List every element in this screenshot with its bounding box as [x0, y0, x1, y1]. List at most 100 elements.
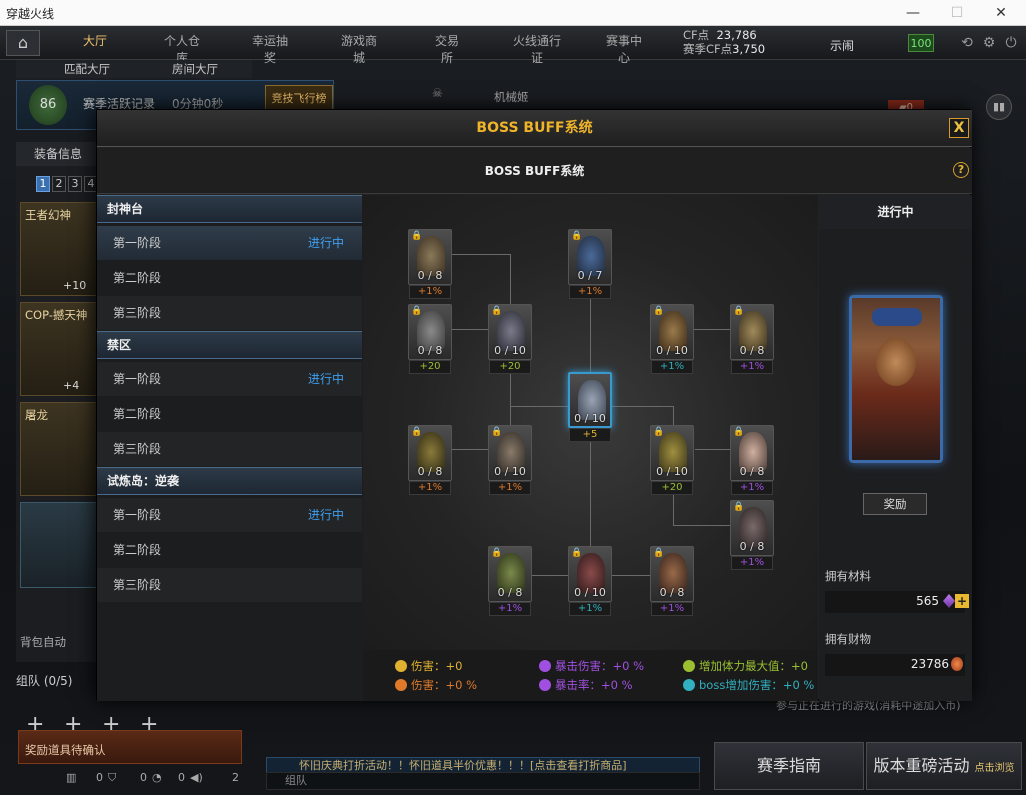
reward-button[interactable]: 奖励: [863, 493, 927, 515]
legend-label: 伤害：+0: [411, 659, 463, 673]
stage-label: 第一阶段: [113, 236, 162, 250]
boss-damage-icon: [683, 679, 695, 691]
buff-node[interactable]: 🔒 0 / 8 +20: [408, 304, 452, 376]
help-icon[interactable]: ?: [953, 162, 969, 178]
node-bonus: +20: [409, 360, 451, 374]
node-bonus: +1%: [569, 602, 611, 616]
refresh-icon[interactable]: ⟲: [958, 34, 976, 52]
boss-card: [849, 295, 943, 463]
tab-shop[interactable]: 游戏商城: [337, 32, 381, 65]
version-event-button[interactable]: 版本重磅活动 点击浏览: [866, 742, 1022, 790]
node-bonus: +1%: [489, 602, 531, 616]
stage-item[interactable]: 第二阶段: [97, 533, 362, 567]
group-header[interactable]: 封神台: [97, 195, 362, 223]
equipment-header[interactable]: 装备信息: [16, 142, 100, 166]
group-header[interactable]: 禁区: [97, 331, 362, 359]
page-3[interactable]: 3: [68, 176, 82, 192]
stats-icon[interactable]: ▮▮: [986, 94, 1012, 120]
node-bonus: +1%: [409, 285, 451, 299]
group-header[interactable]: 试炼岛：逆袭: [97, 467, 362, 495]
stage-item[interactable]: 第三阶段: [97, 296, 362, 330]
buff-node[interactable]: 🔒 0 / 7 +1%: [568, 229, 612, 301]
stage-item[interactable]: 第一阶段 进行中: [97, 226, 362, 260]
character-slot[interactable]: [20, 502, 100, 588]
buff-node[interactable]: 🔒 0 / 10 +1%: [488, 425, 532, 497]
status-title: 进行中: [819, 195, 972, 229]
buff-node[interactable]: 🔒 0 / 10 +20: [650, 425, 694, 497]
power-icon[interactable]: ⏻: [1002, 34, 1020, 52]
stage-item[interactable]: 第二阶段: [97, 261, 362, 295]
cf-value: 23,786: [716, 28, 757, 42]
gear-icon[interactable]: ⚙: [980, 34, 998, 52]
tab-lottery[interactable]: 幸运抽奖: [248, 32, 292, 65]
buff-node[interactable]: 🔒 0 / 8 +1%: [730, 500, 774, 572]
modal-header: BOSS BUFF系统 X: [97, 110, 972, 147]
stage-item[interactable]: 第三阶段: [97, 568, 362, 602]
reward-confirm-bar[interactable]: 奖励道具待确认: [18, 730, 242, 764]
tab-lobby[interactable]: 大厅: [82, 32, 108, 54]
shield-icon: ⛉: [108, 771, 117, 784]
stage-label: 第三阶段: [113, 306, 162, 320]
node-progress: 0 / 8: [417, 465, 443, 478]
buff-node[interactable]: 🔒 0 / 8 +1%: [730, 304, 774, 376]
top-nav: ⌂ 大厅 个人仓库 幸运抽奖 游戏商城 交易所 火线通行证 赛事中心 CF点 2…: [0, 26, 1026, 65]
stage-label: 第一阶段: [113, 372, 162, 386]
map-name: 机械姬: [494, 90, 529, 104]
node-bonus: +1%: [651, 360, 693, 374]
stage-item[interactable]: 第一阶段 进行中: [97, 362, 362, 396]
tab-warehouse[interactable]: 个人仓库: [160, 32, 204, 65]
close-icon[interactable]: X: [949, 118, 969, 138]
stage-item[interactable]: 第二阶段: [97, 397, 362, 431]
materials-value: 565: [916, 594, 939, 608]
lock-icon: 🔒: [491, 427, 503, 437]
buff-node[interactable]: 🔒 0 / 8 +1%: [650, 546, 694, 618]
username[interactable]: 示闹: [830, 37, 854, 54]
currency-info: CF点 23,786 赛季CF点3,750: [683, 28, 765, 56]
tab-battle-pass[interactable]: 火线通行证: [510, 32, 564, 65]
node-bonus: +1%: [731, 481, 773, 495]
buff-node[interactable]: 🔒 0 / 10 +20: [488, 304, 532, 376]
buff-node[interactable]: 🔒 0 / 8 +1%: [408, 229, 452, 301]
legend-item: 伤害：+0 %: [395, 677, 477, 693]
chat-icon: ◔: [152, 771, 162, 784]
legend-label: boss增加伤害：+0 %: [699, 678, 815, 692]
legend-item: 暴击伤害：+0 %: [539, 658, 644, 674]
buff-node-active[interactable]: 0 / 10 +5: [568, 372, 612, 444]
maximize-icon[interactable]: ☐: [940, 2, 974, 24]
boss-status-panel: 进行中 奖励 拥有材料 565 + 拥有财物 23786: [819, 195, 972, 701]
lock-icon: 🔒: [733, 306, 745, 316]
weapon-slot[interactable]: 王者幻神 +10: [20, 202, 100, 296]
buff-node[interactable]: 🔒 0 / 8 +1%: [408, 425, 452, 497]
minimize-icon[interactable]: —: [896, 2, 930, 24]
add-materials-button[interactable]: +: [955, 594, 969, 608]
tab-events[interactable]: 赛事中心: [602, 32, 646, 65]
buff-node[interactable]: 🔒 0 / 8 +1%: [488, 546, 532, 618]
boss-buff-modal: BOSS BUFF系统 X BOSS BUFF系统 ? 封神台 第一阶段 进行中…: [96, 109, 972, 701]
connector-line: [612, 406, 673, 407]
tab-match-lobby[interactable]: 匹配大厅: [64, 61, 110, 77]
weapon-slot[interactable]: 屠龙: [20, 402, 100, 496]
buff-node[interactable]: 🔒 0 / 10 +1%: [650, 304, 694, 376]
stage-label: 第二阶段: [113, 271, 162, 285]
buff-node[interactable]: 🔒 0 / 10 +1%: [568, 546, 612, 618]
page-1[interactable]: 1: [36, 176, 50, 192]
lock-icon: 🔒: [411, 306, 423, 316]
node-progress: 0 / 8: [417, 344, 443, 357]
buff-legend: 伤害：+0 暴击伤害：+0 % 增加体力最大值：+0 伤害：+0 % 暴击率：+…: [363, 650, 818, 701]
equipment-panel: 装备信息 1 2 3 4 王者幻神 +10 COP-撼天神 +4 屠龙: [16, 142, 100, 662]
stage-item[interactable]: 第三阶段: [97, 432, 362, 466]
close-window-icon[interactable]: ✕: [984, 2, 1018, 24]
node-progress: 0 / 8: [497, 586, 523, 599]
weapon-slot[interactable]: COP-撼天神 +4: [20, 302, 100, 396]
buff-node[interactable]: 🔒 0 / 8 +1%: [730, 425, 774, 497]
team-chat-input[interactable]: 组队: [266, 772, 700, 790]
tab-room-lobby[interactable]: 房间大厅: [172, 61, 218, 77]
home-icon[interactable]: ⌂: [6, 30, 40, 56]
page-2[interactable]: 2: [52, 176, 66, 192]
tab-exchange[interactable]: 交易所: [430, 32, 464, 65]
boss-face: [876, 338, 916, 386]
pack-auto-toggle[interactable]: 背包自动: [20, 634, 66, 650]
node-progress: 0 / 7: [577, 269, 603, 282]
stage-item[interactable]: 第一阶段 进行中: [97, 498, 362, 532]
season-guide-button[interactable]: 赛季指南: [714, 742, 864, 790]
